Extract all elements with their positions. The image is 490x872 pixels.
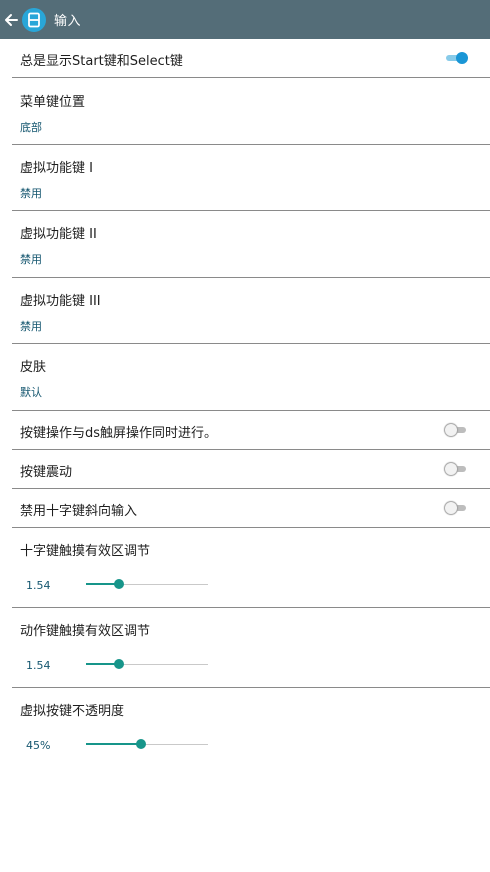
setting-title: 虚拟按键不透明度 xyxy=(20,704,125,719)
dpad-touch-area-slider[interactable] xyxy=(86,577,208,591)
setting-title: 动作键触摸有效区调节 xyxy=(20,624,151,639)
slider-value-label: 45% xyxy=(26,739,51,752)
slider-thumb[interactable] xyxy=(114,659,124,669)
toggle-switch-disable-diagonal[interactable] xyxy=(445,501,468,515)
setting-title: 总是显示Start键和Select键 xyxy=(20,54,183,69)
app-bar: 输入 xyxy=(0,0,490,39)
setting-value: 底部 xyxy=(20,121,42,134)
setting-opacity: 虚拟按键不透明度 45% xyxy=(12,688,490,768)
setting-title: 虚拟功能键 II xyxy=(20,227,97,242)
setting-value: 默认 xyxy=(20,386,42,399)
setting-title: 十字键触摸有效区调节 xyxy=(20,544,151,559)
setting-vibration[interactable]: 按键震动 xyxy=(12,450,490,489)
setting-title: 虚拟功能键 I xyxy=(20,161,93,176)
slider-value-label: 1.54 xyxy=(26,659,51,672)
setting-menu-key-position[interactable]: 菜单键位置 底部 xyxy=(12,78,490,145)
slider-thumb[interactable] xyxy=(136,739,146,749)
setting-title: 按键震动 xyxy=(20,465,73,480)
setting-title: 按键操作与ds触屏操作同时进行。 xyxy=(20,426,218,441)
setting-virtual-key-1[interactable]: 虚拟功能键 I 禁用 xyxy=(12,145,490,211)
setting-title: 菜单键位置 xyxy=(20,95,86,110)
arrow-left-icon xyxy=(5,13,18,26)
setting-title: 皮肤 xyxy=(20,360,47,375)
slider-fill xyxy=(86,743,141,745)
setting-skin[interactable]: 皮肤 默认 xyxy=(12,344,490,411)
setting-dpad-touch-area: 十字键触摸有效区调节 1.54 xyxy=(12,528,490,608)
setting-title: 禁用十字键斜向输入 xyxy=(20,504,138,519)
setting-show-start-select[interactable]: 总是显示Start键和Select键 xyxy=(12,39,490,78)
slider-value-label: 1.54 xyxy=(26,579,51,592)
setting-disable-diagonal[interactable]: 禁用十字键斜向输入 xyxy=(12,489,490,528)
action-touch-area-slider[interactable] xyxy=(86,657,208,671)
opacity-slider[interactable] xyxy=(86,737,208,751)
setting-action-touch-area: 动作键触摸有效区调节 1.54 xyxy=(12,608,490,688)
page-title: 输入 xyxy=(54,14,82,29)
setting-value: 禁用 xyxy=(20,187,42,200)
slider-thumb[interactable] xyxy=(114,579,124,589)
setting-simultaneous-touch[interactable]: 按键操作与ds触屏操作同时进行。 xyxy=(12,411,490,450)
setting-value: 禁用 xyxy=(20,320,42,333)
back-button[interactable] xyxy=(1,0,21,39)
setting-value: 禁用 xyxy=(20,253,42,266)
toggle-switch-vibration[interactable] xyxy=(445,462,468,476)
setting-virtual-key-2[interactable]: 虚拟功能键 II 禁用 xyxy=(12,211,490,278)
toggle-switch-simultaneous-touch[interactable] xyxy=(445,423,468,437)
toggle-switch-show-start-select[interactable] xyxy=(446,51,468,65)
app-logo-icon xyxy=(22,7,46,32)
setting-virtual-key-3[interactable]: 虚拟功能键 III 禁用 xyxy=(12,278,490,344)
setting-title: 虚拟功能键 III xyxy=(20,294,101,309)
